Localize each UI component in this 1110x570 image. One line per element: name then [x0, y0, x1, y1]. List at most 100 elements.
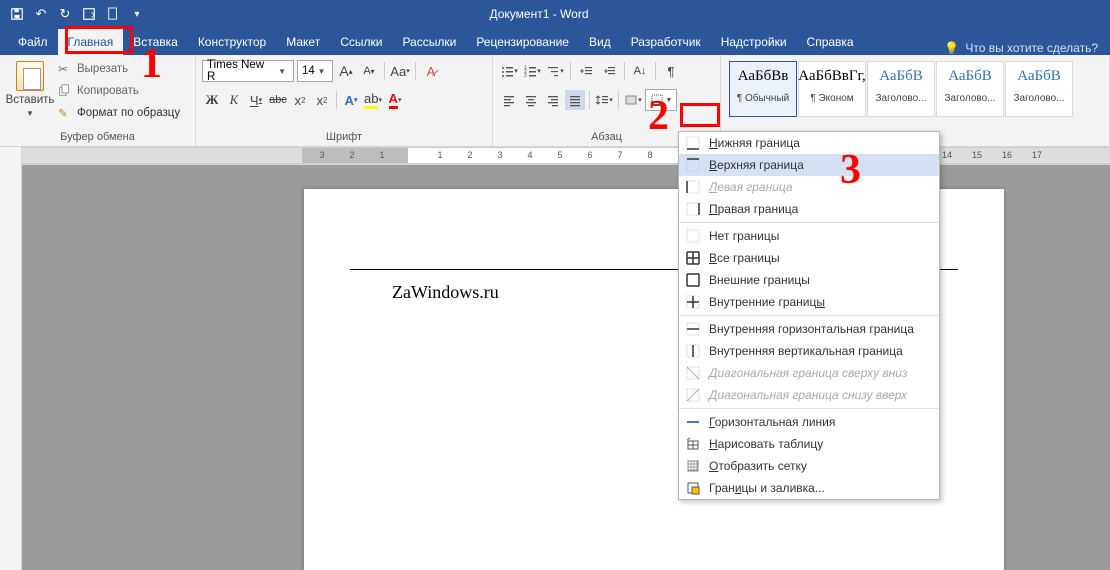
tab-developer[interactable]: Разработчик — [621, 29, 711, 55]
border-type-icon — [685, 387, 701, 403]
border-menu-item[interactable]: Нарисовать таблицу — [679, 433, 939, 455]
scissors-icon: ✂ — [58, 62, 72, 76]
tab-review[interactable]: Рецензирование — [466, 29, 579, 55]
redo-icon[interactable]: ↻ — [54, 3, 76, 25]
style-item[interactable]: АаБбВЗаголово... — [867, 61, 935, 117]
copy-button[interactable]: Копировать — [58, 81, 180, 101]
border-menu-item[interactable]: Внутренняя горизонтальная граница — [679, 318, 939, 340]
paintbrush-icon: ✎ — [58, 106, 72, 120]
font-color-button[interactable]: A▾ — [385, 90, 405, 110]
border-type-icon — [685, 436, 701, 452]
group-label-clipboard: Буфер обмена — [0, 129, 195, 146]
italic-button[interactable]: К — [224, 90, 244, 110]
ruler-vertical[interactable] — [0, 165, 22, 570]
tab-file[interactable]: Файл — [8, 29, 58, 55]
tab-design[interactable]: Конструктор — [188, 29, 276, 55]
copy-icon — [58, 84, 72, 98]
numbering-button[interactable]: 123▾ — [522, 61, 542, 81]
change-case-button[interactable]: Aa▾ — [390, 61, 410, 81]
border-menu-item[interactable]: Внутренняя вертикальная граница — [679, 340, 939, 362]
align-center-button[interactable] — [521, 90, 541, 110]
paste-button[interactable]: Вставить ▼ — [6, 59, 54, 129]
annotation-3: 3 — [840, 146, 861, 194]
subscript-button[interactable]: x2 — [290, 90, 310, 110]
border-menu-item[interactable]: Отобразить сетку — [679, 455, 939, 477]
border-type-icon — [685, 343, 701, 359]
shrink-font-icon[interactable]: A▾ — [359, 61, 379, 81]
undo-icon[interactable]: ↶ — [30, 3, 52, 25]
multilevel-list-button[interactable]: ▾ — [545, 61, 565, 81]
align-left-button[interactable] — [499, 90, 519, 110]
cut-button[interactable]: ✂ Вырезать — [58, 59, 180, 79]
save-icon[interactable] — [6, 3, 28, 25]
line-spacing-button[interactable]: ▾ — [594, 90, 614, 110]
tell-me-search[interactable]: 💡 Что вы хотите сделать? — [944, 41, 1110, 55]
border-type-icon — [685, 228, 701, 244]
border-menu-item[interactable]: Верхняя граница — [679, 154, 939, 176]
highlight-button[interactable]: ab▾ — [363, 90, 383, 110]
new-doc-icon[interactable] — [102, 3, 124, 25]
tab-home[interactable]: Главная — [58, 29, 124, 55]
border-menu-item[interactable]: Нет границы — [679, 225, 939, 247]
format-painter-button[interactable]: ✎ Формат по образцу — [58, 103, 180, 123]
clear-formatting-icon[interactable]: A̷ — [421, 61, 441, 81]
tab-view[interactable]: Вид — [579, 29, 621, 55]
qat-dropdown-icon[interactable]: ▾ — [126, 3, 148, 25]
svg-text:3: 3 — [524, 73, 527, 78]
style-item[interactable]: АаБбВЗаголово... — [1005, 61, 1073, 117]
font-size-combo[interactable]: 14▼ — [297, 60, 333, 82]
tab-references[interactable]: Ссылки — [330, 29, 392, 55]
style-item[interactable]: АаБбВвГг,¶ Эконом — [798, 61, 866, 117]
border-type-icon — [685, 201, 701, 217]
underline-button[interactable]: Ч▾ — [246, 90, 266, 110]
group-label-font: Шрифт — [196, 129, 492, 146]
style-item[interactable]: АаБбВЗаголово... — [936, 61, 1004, 117]
border-type-icon — [685, 458, 701, 474]
border-menu-item[interactable]: Внешние границы — [679, 269, 939, 291]
font-name-combo[interactable]: Times New R▼ — [202, 60, 294, 82]
border-type-icon — [685, 365, 701, 381]
ribbon-tabs: Файл Главная Вставка Конструктор Макет С… — [0, 28, 1110, 55]
border-type-icon — [685, 414, 701, 430]
border-menu-item[interactable]: Нижняя граница — [679, 132, 939, 154]
group-font: Times New R▼ 14▼ A▴ A▾ Aa▾ A̷ Ж К Ч▾ abc… — [196, 55, 493, 146]
shading-button[interactable]: ▾ — [623, 90, 643, 110]
sort-button[interactable]: A↓ — [630, 61, 650, 81]
superscript-button[interactable]: x2 — [312, 90, 332, 110]
tab-layout[interactable]: Макет — [276, 29, 330, 55]
border-menu-item[interactable]: Горизонтальная линия — [679, 411, 939, 433]
align-right-button[interactable] — [543, 90, 563, 110]
lightbulb-icon: 💡 — [944, 41, 959, 55]
borders-dropdown-menu: Нижняя границаВерхняя границаЛевая грани… — [678, 131, 940, 500]
border-type-icon — [685, 272, 701, 288]
strikethrough-button[interactable]: abc — [268, 90, 288, 110]
tab-help[interactable]: Справка — [797, 29, 864, 55]
show-marks-button[interactable]: ¶ — [661, 61, 681, 81]
document-area[interactable]: ZaWindows.ru — [22, 165, 1110, 570]
ruler-corner — [0, 147, 22, 165]
border-type-icon — [685, 321, 701, 337]
increase-indent-button[interactable] — [599, 61, 619, 81]
ribbon: Вставить ▼ ✂ Вырезать Копировать ✎ Форма… — [0, 55, 1110, 147]
bold-button[interactable]: Ж — [202, 90, 222, 110]
border-menu-item[interactable]: Границы и заливка... — [679, 477, 939, 499]
quick-access-toolbar: ↶ ↻ ▾ — [0, 3, 148, 25]
border-menu-item[interactable]: Правая граница — [679, 198, 939, 220]
grow-font-icon[interactable]: A▴ — [336, 61, 356, 81]
save-as-icon[interactable] — [78, 3, 100, 25]
text-effects-button[interactable]: A▾ — [341, 90, 361, 110]
decrease-indent-button[interactable] — [576, 61, 596, 81]
annotation-2: 2 — [648, 92, 669, 140]
border-type-icon — [685, 294, 701, 310]
justify-button[interactable] — [565, 90, 585, 110]
style-item[interactable]: АаБбВв¶ Обычный — [729, 61, 797, 117]
border-type-icon — [685, 480, 701, 496]
document-text[interactable]: ZaWindows.ru — [392, 282, 499, 303]
tab-mailings[interactable]: Рассылки — [392, 29, 466, 55]
tab-addins[interactable]: Надстройки — [711, 29, 797, 55]
border-menu-item[interactable]: Все границы — [679, 247, 939, 269]
bullets-button[interactable]: ▾ — [499, 61, 519, 81]
border-type-icon — [685, 250, 701, 266]
border-menu-item[interactable]: Внутренние границы — [679, 291, 939, 313]
ruler-strip[interactable]: 3 2 1 1 2 3 4 5 6 7 8 14 15 16 17 — [22, 147, 1110, 164]
